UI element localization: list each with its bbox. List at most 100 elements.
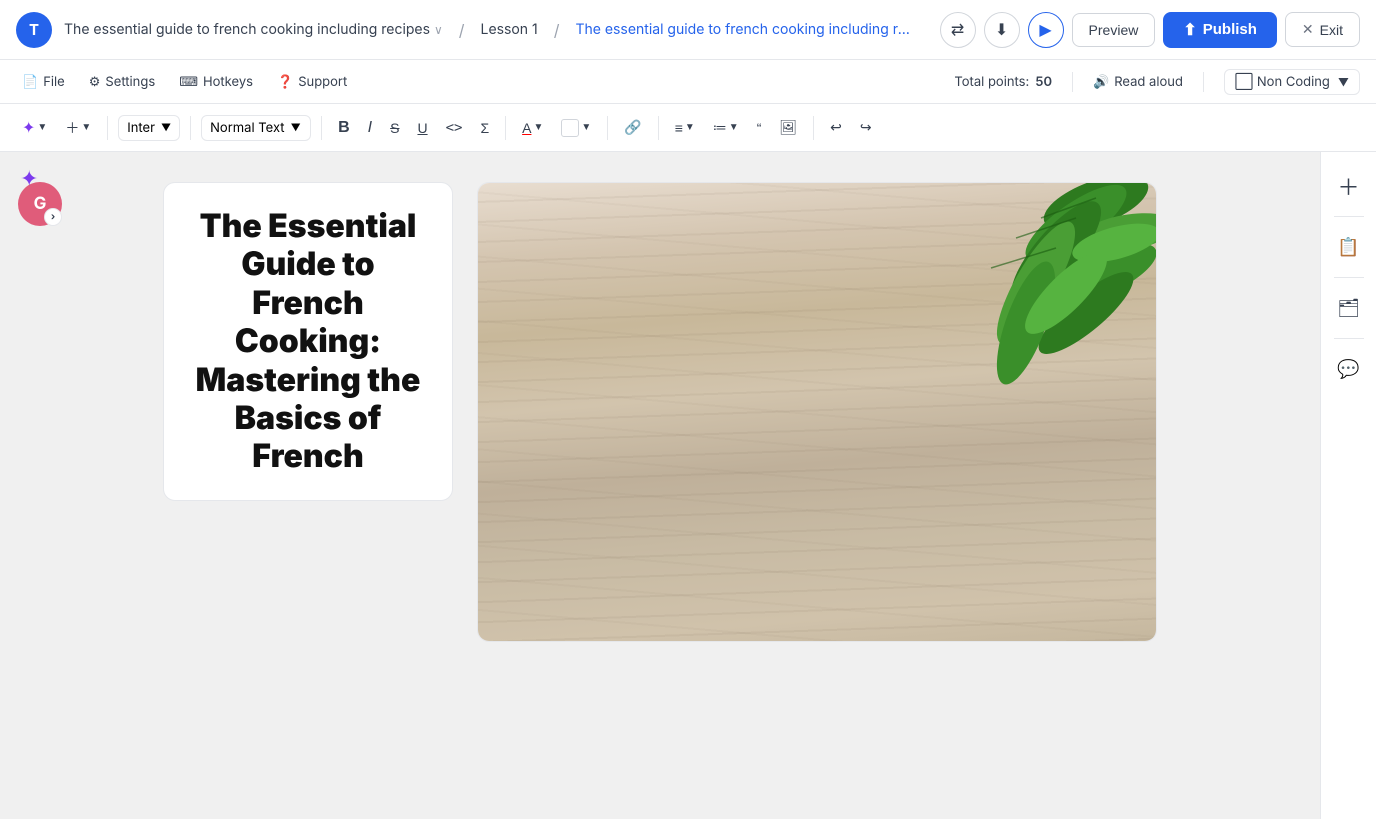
text-style-selector[interactable]: Normal Text ▼: [201, 115, 311, 141]
alignment-button[interactable]: ≡ ▼: [669, 116, 701, 140]
ai-chevron-icon: ▼: [37, 122, 47, 133]
exit-button[interactable]: ✕ Exit: [1285, 12, 1360, 47]
file-menu[interactable]: 📄 File: [16, 70, 71, 94]
exit-x-icon: ✕: [1302, 21, 1314, 38]
support-label: Support: [298, 74, 347, 90]
formula-button[interactable]: Σ: [474, 116, 495, 140]
ai-button[interactable]: ✦ ▼: [16, 114, 53, 142]
sparkle-icon: ✦: [20, 166, 38, 192]
play-button[interactable]: ▶: [1028, 12, 1064, 48]
download-button[interactable]: ⬇: [984, 12, 1020, 48]
undo-button[interactable]: ↩: [824, 115, 848, 140]
italic-button[interactable]: I: [362, 115, 378, 141]
top-nav: T The essential guide to french cooking …: [0, 0, 1376, 60]
non-coding-chevron-icon: ▼: [1338, 75, 1349, 89]
align-chevron-icon: ▼: [685, 122, 695, 133]
background-color-button[interactable]: ▼: [555, 115, 597, 141]
add-block-button[interactable]: ＋ ▼: [59, 114, 97, 142]
comment-button[interactable]: 💬: [1331, 351, 1367, 387]
secondary-toolbar: 📄 File ⚙ Settings ⌨ Hotkeys ❓ Support To…: [0, 60, 1376, 104]
font-chevron-icon: ▼: [161, 122, 171, 134]
add-element-button[interactable]: ＋: [1331, 168, 1367, 204]
hotkeys-icon: ⌨: [179, 74, 198, 90]
list-icon: ≔: [713, 119, 727, 136]
right-sidebar-divider-2: [1334, 277, 1364, 278]
lesson-label: Lesson 1: [481, 21, 538, 38]
card-title-text: The Essential Guide to French Cooking: M…: [184, 207, 432, 476]
publish-icon: ⬆: [1183, 20, 1196, 40]
bold-button[interactable]: B: [332, 115, 356, 141]
ai-tool-button[interactable]: ✦: [20, 166, 38, 192]
leaves-decoration: [896, 183, 1156, 403]
bg-color-chevron-icon: ▼: [581, 122, 591, 133]
publish-label: Publish: [1203, 21, 1257, 38]
non-coding-icon: ⬜: [1235, 74, 1253, 90]
code-button[interactable]: <>: [440, 116, 469, 140]
text-color-button[interactable]: A ▼: [516, 116, 549, 140]
add-chevron-icon: ▼: [81, 122, 91, 133]
settings-icon: ⚙: [89, 74, 101, 90]
font-label: Inter: [127, 120, 155, 136]
support-menu[interactable]: ❓ Support: [271, 70, 353, 94]
underline-button[interactable]: U: [411, 116, 433, 140]
plus-icon: ＋: [1337, 170, 1359, 202]
link-button[interactable]: 🔗: [618, 115, 647, 140]
non-coding-label: Non Coding: [1257, 74, 1330, 90]
font-selector[interactable]: Inter ▼: [118, 115, 180, 141]
quote-button[interactable]: “: [751, 116, 768, 140]
editor-content-area: The Essential Guide to French Cooking: M…: [0, 152, 1320, 819]
read-aloud-icon: 🔊: [1093, 74, 1109, 90]
list-chevron-icon: ▼: [729, 122, 739, 133]
sidebar-expand-icon: ›: [44, 208, 62, 226]
course-title-text: The essential guide to french cooking in…: [64, 21, 430, 38]
read-aloud-button[interactable]: 🔊 Read aloud: [1093, 74, 1183, 90]
add-icon: ＋: [65, 118, 79, 138]
redo-button[interactable]: ↪: [854, 115, 878, 140]
right-sidebar-divider-3: [1334, 338, 1364, 339]
settings-menu[interactable]: ⚙ Settings: [83, 70, 161, 94]
file-label: File: [43, 74, 65, 90]
toolbar-divider-3: [321, 116, 322, 140]
course-title: The essential guide to french cooking in…: [64, 21, 443, 38]
breadcrumb-link: The essential guide to french cooking in…: [575, 21, 915, 38]
image-card: [477, 182, 1157, 642]
toolbar-divider-5: [607, 116, 608, 140]
folder-button[interactable]: 🗂: [1331, 290, 1367, 326]
support-icon: ❓: [277, 74, 293, 90]
text-style-chevron-icon: ▼: [291, 122, 301, 134]
nav-actions: ⇄ ⬇ ▶ Preview ⬆ Publish ✕ Exit: [940, 12, 1360, 48]
hotkeys-label: Hotkeys: [203, 74, 253, 90]
title-card: The Essential Guide to French Cooking: M…: [163, 182, 453, 501]
strikethrough-button[interactable]: S: [384, 116, 405, 140]
share-button[interactable]: ⇄: [940, 12, 976, 48]
toolbar-divider-7: [813, 116, 814, 140]
course-chevron-icon: ∨: [434, 22, 443, 37]
list-button[interactable]: ≔ ▼: [707, 115, 745, 140]
comment-icon: 💬: [1337, 359, 1359, 380]
total-points: Total points: 50: [954, 74, 1052, 90]
settings-label: Settings: [105, 74, 155, 90]
editor-area: G › ✦ The Essential Guide to French Cook…: [0, 152, 1376, 819]
ai-sparkle-icon: ✦: [22, 118, 35, 138]
clipboard-icon: 📋: [1337, 237, 1359, 258]
text-style-label: Normal Text: [210, 120, 284, 136]
leaves-svg: [896, 183, 1156, 403]
total-points-value: 50: [1035, 74, 1052, 90]
avatar-g-letter: G: [34, 194, 47, 214]
right-sidebar-divider-1: [1334, 216, 1364, 217]
toolbar-divider-2: [190, 116, 191, 140]
toolbar-divider-6: [658, 116, 659, 140]
editor-toolbar: ✦ ▼ ＋ ▼ Inter ▼ Normal Text ▼ B I S U <>…: [0, 104, 1376, 152]
non-coding-dropdown[interactable]: ⬜ Non Coding ▼: [1224, 69, 1360, 95]
toolbar-divider-4: [505, 116, 506, 140]
align-icon: ≡: [675, 120, 683, 136]
publish-button[interactable]: ⬆ Publish: [1163, 12, 1277, 48]
clipboard-button[interactable]: 📋: [1331, 229, 1367, 265]
hotkeys-menu[interactable]: ⌨ Hotkeys: [173, 70, 259, 94]
exit-label: Exit: [1320, 22, 1343, 38]
preview-button[interactable]: Preview: [1072, 13, 1156, 47]
image-button[interactable]: 🖼: [773, 115, 803, 140]
breadcrumb-separator-1: /: [459, 20, 465, 40]
breadcrumb-separator-2: /: [554, 20, 560, 40]
user-avatar-t: T: [16, 12, 52, 48]
